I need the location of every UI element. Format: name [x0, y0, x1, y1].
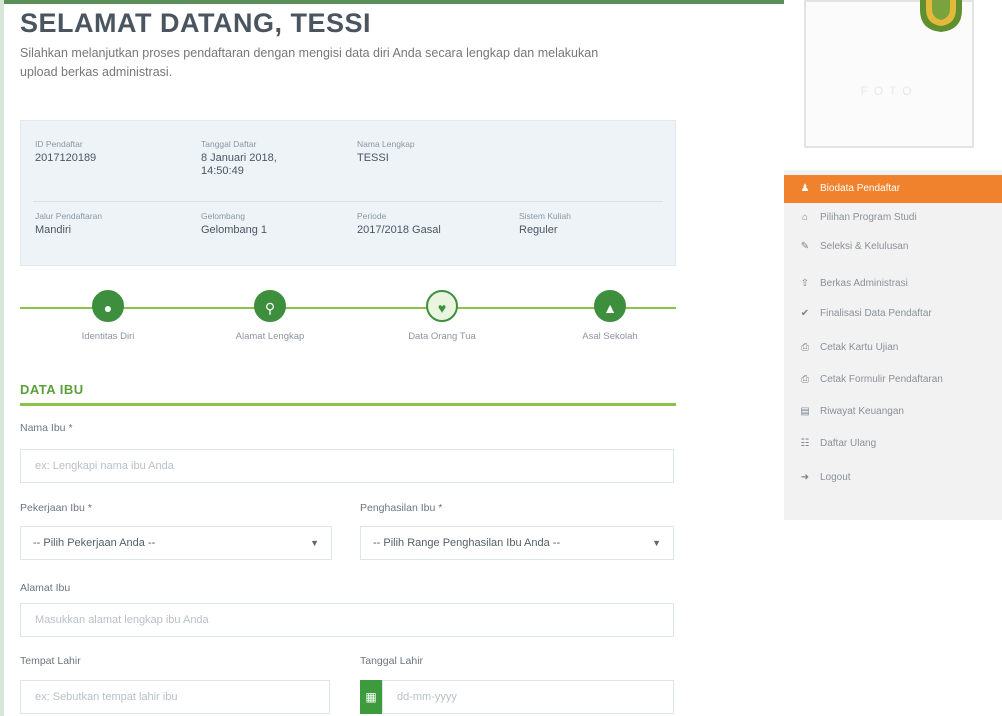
sidebar-item-pilihan-program-studi[interactable]: ⌂ Pilihan Program Studi [784, 204, 1002, 232]
graduation-cap-icon: ▲ [594, 290, 626, 322]
info-tanggal-daftar: Tanggal Daftar 8 Januari 2018, 14:50:49 [201, 139, 311, 178]
photo-placeholder-text: FOTO [860, 84, 918, 98]
sidebar-item-riwayat-keuangan[interactable]: ▤ Riwayat Keuangan [784, 398, 1002, 426]
info-value: 2017/2018 Gasal [357, 224, 441, 236]
info-sistem-kuliah: Sistem Kuliah Reguler [519, 211, 571, 237]
step-identitas-diri[interactable]: ● Identitas Diri [48, 290, 168, 342]
calendar-icon[interactable]: ▦ [360, 680, 382, 714]
info-label: Periode [357, 211, 387, 221]
intro-text: Silahkan melanjutkan proses pendaftaran … [20, 46, 599, 79]
registration-steps: ● Identitas Diri ⚲ Alamat Lengkap ♥ Data… [18, 290, 678, 350]
money-icon: ▤ [800, 406, 810, 417]
sidebar-item-seleksi-kelulusan[interactable]: ✎ Seleksi & Kelulusan [784, 233, 1002, 261]
home-icon: ⌂ [801, 212, 809, 223]
sidebar-item-biodata-pendaftar[interactable]: ♟ Biodata Pendaftar [784, 175, 1002, 203]
nama-ibu-label: Nama Ibu * [20, 422, 73, 434]
user-icon: ♟ [800, 183, 810, 194]
info-periode: Periode 2017/2018 Gasal [357, 211, 441, 237]
nama-ibu-input[interactable]: ex: Lengkapi nama ibu Anda [20, 449, 674, 483]
person-icon: ● [92, 290, 124, 322]
sidebar-item-finalisasi-data[interactable]: ✔ Finalisasi Data Pendaftar [784, 300, 1002, 328]
sidebar-item-label: Pilihan Program Studi [820, 212, 917, 223]
pekerjaan-ibu-select[interactable]: -- Pilih Pekerjaan Anda -- ▼ [20, 526, 332, 560]
info-nama-lengkap: Nama Lengkap TESSI [357, 139, 415, 165]
info-label: Sistem Kuliah [519, 211, 571, 221]
penghasilan-ibu-select[interactable]: -- Pilih Range Penghasilan Ibu Anda -- ▼ [360, 526, 674, 560]
print-icon: ⎙ [801, 374, 809, 385]
parents-icon: ♥ [426, 290, 458, 322]
step-label: Data Orang Tua [408, 331, 476, 342]
penghasilan-ibu-label: Penghasilan Ibu * [360, 502, 443, 514]
sidebar-item-logout[interactable]: ➜ Logout [784, 464, 1002, 492]
info-value: TESSI [357, 152, 389, 164]
sidebar-item-daftar-ulang[interactable]: ☷ Daftar Ulang [784, 430, 1002, 458]
caret-down-icon: ▼ [310, 538, 319, 548]
info-label: Jalur Pendaftaran [35, 211, 103, 221]
alamat-ibu-input[interactable]: Masukkan alamat lengkap ibu Anda [20, 603, 674, 637]
pekerjaan-ibu-label: Pekerjaan Ibu * [20, 502, 92, 514]
tempat-lahir-label: Tempat Lahir [20, 655, 81, 667]
sidebar-item-label: Daftar Ulang [820, 438, 877, 449]
tanggal-lahir-input[interactable]: dd-mm-yyyy [382, 680, 674, 714]
caret-down-icon: ▼ [652, 538, 661, 548]
left-border [0, 0, 4, 716]
register-icon: ☷ [800, 438, 810, 449]
info-id-pendaftar: ID Pendaftar 2017120189 [35, 139, 96, 165]
edit-icon: ✎ [800, 241, 810, 252]
info-label: Gelombang [201, 211, 245, 221]
page-title: SELAMAT DATANG, TESSI [20, 8, 371, 38]
info-label: Nama Lengkap [357, 139, 415, 149]
print-icon: ⎙ [801, 342, 809, 353]
sidebar-item-cetak-kartu-ujian[interactable]: ⎙ Cetak Kartu Ujian [784, 334, 1002, 362]
tempat-lahir-input[interactable]: ex: Sebutkan tempat lahir ibu [20, 680, 330, 714]
info-label: Tanggal Daftar [201, 139, 257, 149]
info-label: ID Pendaftar [35, 139, 83, 149]
sidebar-item-label: Finalisasi Data Pendaftar [820, 308, 932, 319]
upload-icon: ⇧ [800, 278, 810, 289]
section-divider [20, 403, 676, 406]
info-divider [33, 201, 663, 202]
institution-logo [920, 0, 962, 32]
step-asal-sekolah[interactable]: ▲ Asal Sekolah [550, 290, 670, 342]
info-jalur-pendaftaran: Jalur Pendaftaran Mandiri [35, 211, 102, 237]
sidebar-menu: ♟ Biodata Pendaftar ⌂ Pilihan Program St… [784, 170, 1002, 520]
registration-info-box: ID Pendaftar 2017120189 Tanggal Daftar 8… [20, 120, 676, 266]
pekerjaan-ibu-value: -- Pilih Pekerjaan Anda -- [33, 537, 156, 549]
sidebar-item-label: Berkas Administrasi [820, 278, 908, 289]
info-gelombang: Gelombang Gelombang 1 [201, 211, 267, 237]
tanggal-lahir-label: Tanggal Lahir [360, 655, 424, 667]
check-icon: ✔ [800, 308, 810, 319]
logout-icon: ➜ [800, 472, 810, 483]
main-content: SELAMAT DATANG, TESSI Silahkan melanjutk… [18, 0, 678, 716]
step-alamat-lengkap[interactable]: ⚲ Alamat Lengkap [210, 290, 330, 342]
info-value: Mandiri [35, 224, 72, 236]
sidebar-item-label: Cetak Formulir Pendaftaran [820, 374, 943, 385]
sidebar-item-berkas-administrasi[interactable]: ⇧ Berkas Administrasi [784, 270, 1002, 298]
section-title: DATA IBU [20, 382, 84, 397]
sidebar-item-label: Riwayat Keuangan [820, 406, 904, 417]
location-pin-icon: ⚲ [254, 290, 286, 322]
info-value: Gelombang 1 [201, 224, 268, 236]
step-label: Identitas Diri [81, 331, 135, 342]
info-value: 2017120189 [35, 152, 97, 164]
step-data-orang-tua[interactable]: ♥ Data Orang Tua [382, 290, 502, 342]
sidebar-item-cetak-formulir[interactable]: ⎙ Cetak Formulir Pendaftaran [784, 366, 1002, 394]
sidebar-item-label: Biodata Pendaftar [820, 183, 901, 194]
sidebar-item-label: Logout [820, 472, 851, 483]
photo-area: FOTO [784, 0, 1002, 170]
alamat-ibu-label: Alamat Ibu [20, 582, 71, 594]
sidebar-item-label: Cetak Kartu Ujian [820, 342, 899, 353]
info-value: Reguler [519, 224, 558, 236]
step-label: Alamat Lengkap [235, 331, 305, 342]
sidebar: FOTO ♟ Biodata Pendaftar ⌂ Pilihan Progr… [784, 0, 1002, 716]
step-label: Asal Sekolah [582, 331, 638, 342]
info-value: 8 Januari 2018, 14:50:49 [201, 152, 277, 177]
penghasilan-ibu-value: -- Pilih Range Penghasilan Ibu Anda -- [373, 537, 561, 549]
sidebar-item-label: Seleksi & Kelulusan [820, 241, 909, 252]
